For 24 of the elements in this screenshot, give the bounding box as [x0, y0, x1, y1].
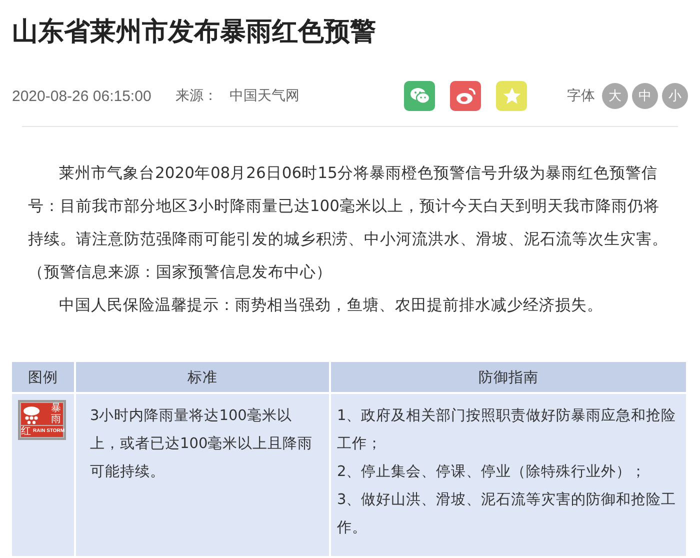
star-icon — [502, 86, 522, 106]
font-size-button[interactable]: 小 — [662, 83, 688, 109]
guide-item: 2、停止集会、停课、停业（除特殊行业外）； — [337, 463, 648, 482]
weibo-share-button[interactable] — [450, 81, 481, 111]
eye-swirl-icon — [456, 87, 476, 105]
guide-item: 3、做好山洪、滑坡、泥石流等灾害的防御和抢险工作。 — [337, 490, 678, 538]
column-header: 图例 — [12, 362, 74, 392]
source-label: 来源： — [175, 87, 218, 105]
column-header: 标准 — [76, 362, 329, 392]
chat-bubbles-icon — [410, 87, 430, 105]
article-title: 山东省莱州市发布暴雨红色预警 — [12, 16, 377, 49]
guide-item: 1、政府及相关部门按照职责做好防暴雨应急和抢险工作； — [337, 406, 678, 454]
paragraph: 莱州市气象台2020年08月26日06时15分将暴雨橙色预警信号升级为暴雨红色预警信号：目前我市部分地区3小时降雨量已达100毫米以上，预计今天白天到明天我市降雨仍将持续。请注意防范强降雨可能引发的城乡积涝、中小河流洪水、滑坡、泥石流等次生灾害。 — [28, 163, 669, 250]
paragraph: （预警信息来源：国家预警信息发布中心） — [28, 262, 333, 283]
favorite-button[interactable] — [496, 81, 527, 111]
font-size-button[interactable]: 大 — [602, 83, 628, 109]
font-size-label: 字体 — [567, 87, 595, 105]
table-cell: 3小时内降雨量将达100毫米以上，或者已达100毫米以上且降雨可能持续。 — [76, 394, 329, 556]
wechat-share-button[interactable] — [404, 81, 435, 111]
font-size-button[interactable]: 中 — [632, 83, 658, 109]
publish-date: 2020-08-26 06:15:00 — [12, 88, 152, 104]
column-header: 防御指南 — [331, 362, 686, 392]
paragraph: 中国人民保险温馨提示：雨势相当强劲，鱼塘、农田提前排水减少经济损失。 — [58, 295, 604, 316]
source-name: 中国天气网 — [229, 87, 300, 105]
